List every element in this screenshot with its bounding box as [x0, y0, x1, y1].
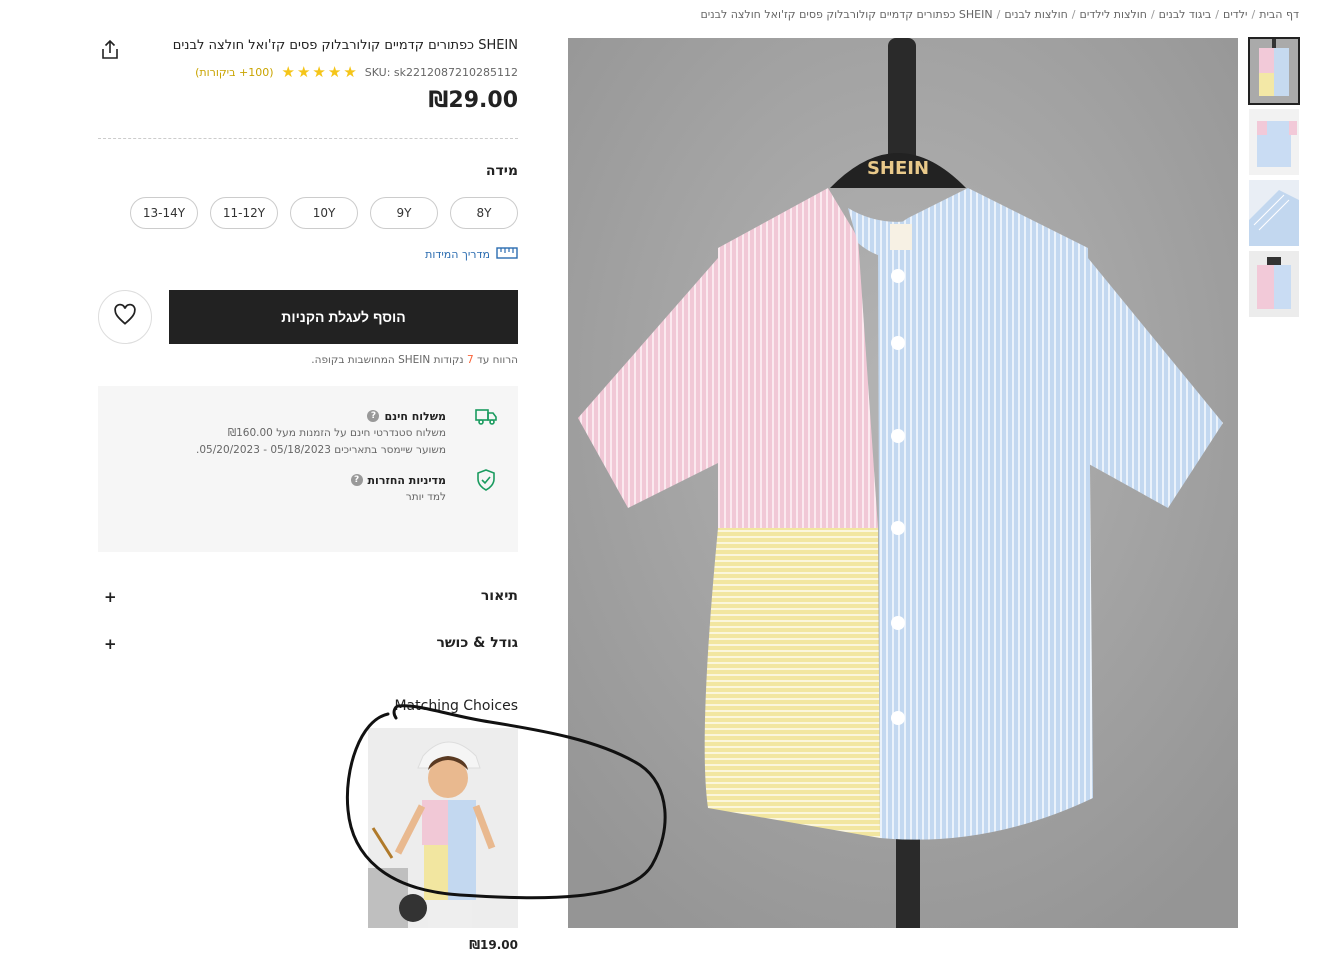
share-icon[interactable] [98, 38, 122, 62]
size-option-11-12y[interactable]: 11-12Y [210, 197, 278, 229]
matching-choices: Matching Choices ₪19.00 [368, 698, 518, 952]
matching-product-image[interactable] [368, 728, 518, 928]
product-main-image[interactable]: SHEIN [568, 38, 1238, 928]
details-accordion: תיאור + גודל & כושר + [98, 588, 518, 682]
divider [98, 138, 518, 139]
expand-plus-icon[interactable]: + [98, 635, 117, 653]
size-option-9y[interactable]: 9Y [370, 197, 438, 229]
wishlist-button[interactable] [98, 290, 152, 344]
help-icon[interactable]: ? [367, 410, 380, 422]
learn-more-link[interactable]: למד יותר [118, 491, 446, 505]
sku-rating-row: SKU: sk2212087210285112 ★ ★ ★ ★ ★ (100+ ביקו… [98, 62, 518, 82]
thumbnail-2[interactable] [1249, 109, 1299, 175]
thumbnail-3[interactable] [1249, 180, 1299, 246]
truck-icon [474, 404, 498, 428]
free-shipping-line2: משוער שיימסר בתאריכים 05/18/2023 - 05/20… [196, 444, 446, 456]
free-shipping-item: משלוח חינם ? משלוח סטנדרטי חינם על הזמנו… [118, 408, 498, 458]
points-prefix: הרווח עד [476, 354, 518, 366]
thumbnail-1[interactable] [1248, 37, 1300, 105]
return-policy-title: מדיניות החזרות [367, 473, 446, 487]
star-icon: ★ [343, 62, 357, 81]
size-fit-accordion[interactable]: גודל & כושר + [98, 635, 518, 682]
breadcrumb: דף הבית/ילדים/ביגוד לבנים/חולצות לילדים/… [700, 8, 1299, 21]
matching-choices-title: Matching Choices [394, 698, 518, 714]
breadcrumb-kids[interactable]: ילדים [1223, 8, 1247, 21]
product-title: SHEIN כפתורים קדמיים קולורבלוק פסים קז'ו… [172, 38, 518, 53]
matching-product-price: ₪19.00 [469, 938, 518, 952]
free-shipping-title: משלוח חינם [384, 409, 446, 423]
reviews-link[interactable]: (100+ ביקורות) [195, 66, 273, 79]
size-option-8y[interactable]: 8Y [450, 197, 518, 229]
thumbnail-4[interactable] [1249, 251, 1299, 317]
points-note: הרווח עד 7 נקודות SHEIN המחושבות בקופה. [98, 354, 518, 370]
points-suffix: נקודות SHEIN המחושבות בקופה. [311, 354, 464, 366]
star-icon: ★ [281, 62, 295, 81]
product-info: SHEIN כפתורים קדמיים קולורבלוק פסים קז'ו… [98, 38, 518, 682]
sku-text: SKU: sk2212087210285112 [364, 65, 518, 79]
product-price: ₪29.00 [428, 88, 518, 113]
description-title: תיאור [480, 588, 518, 604]
star-icon: ★ [296, 62, 311, 81]
cart-row: הוסף לעגלת הקניות [98, 290, 518, 344]
thumbnail-gallery [1247, 37, 1300, 322]
points-value: 7 [466, 354, 474, 366]
return-policy-item: מדיניות החזרות ? למד יותר [118, 469, 498, 505]
free-shipping-line1: משלוח סטנדרטי חינם על הזמנות מעל ₪160.00 [227, 427, 446, 439]
description-accordion[interactable]: תיאור + [98, 588, 518, 635]
breadcrumb-boys-shirts[interactable]: חולצות לבנים [1004, 8, 1067, 21]
heart-icon [112, 302, 138, 332]
ruler-icon [496, 247, 518, 262]
size-guide-link[interactable]: מדריך המידות [425, 247, 518, 262]
breadcrumb-current: SHEIN כפתורים קדמיים קולורבלוק פסים קז'ו… [700, 8, 993, 21]
add-to-cart-button[interactable]: הוסף לעגלת הקניות [169, 290, 518, 344]
expand-plus-icon[interactable]: + [98, 588, 117, 606]
breadcrumb-boys-clothing[interactable]: ביגוד לבנים [1159, 8, 1212, 21]
size-option-10y[interactable]: 10Y [290, 197, 358, 229]
size-option-13-14y[interactable]: 13-14Y [130, 197, 198, 229]
size-options: 8Y 9Y 10Y 11-12Y 13-14Y [98, 197, 518, 229]
star-icon: ★ [312, 62, 326, 81]
breadcrumb-kids-shirts[interactable]: חולצות לילדים [1080, 8, 1147, 21]
size-guide-label: מדריך המידות [425, 248, 490, 261]
size-label: מידה [485, 163, 518, 179]
shipping-info-box: משלוח חינם ? משלוח סטנדרטי חינם על הזמנו… [98, 386, 518, 552]
rating-stars: ★ ★ ★ ★ ★ [281, 62, 357, 81]
help-icon[interactable]: ? [350, 474, 363, 486]
shield-check-icon [474, 468, 498, 492]
size-fit-title: גודל & כושר [436, 635, 519, 651]
hanger-brand-text: SHEIN [867, 158, 929, 179]
breadcrumb-home[interactable]: דף הבית [1259, 8, 1299, 21]
star-icon: ★ [327, 62, 342, 81]
